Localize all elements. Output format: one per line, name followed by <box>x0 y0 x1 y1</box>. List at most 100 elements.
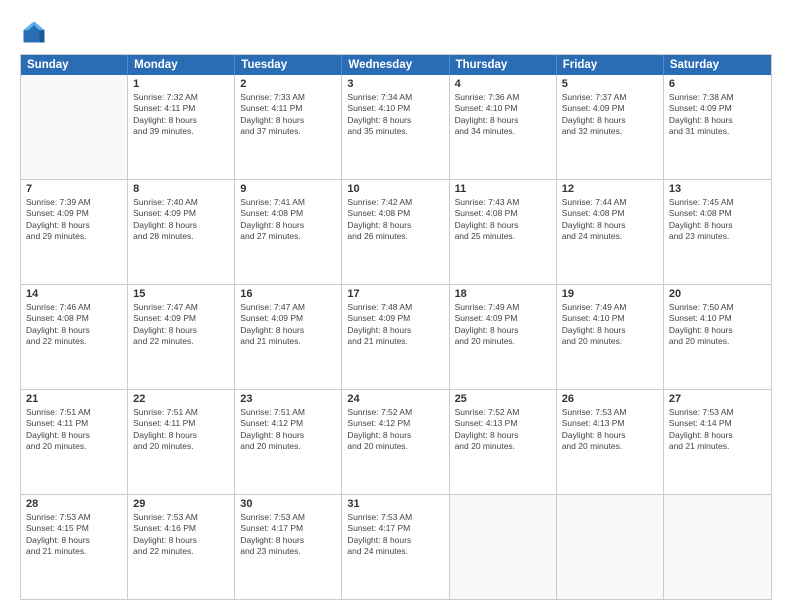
cell-info-line: Sunset: 4:12 PM <box>347 418 443 429</box>
header-day-tuesday: Tuesday <box>235 55 342 75</box>
cell-info-line: and 20 minutes. <box>455 336 551 347</box>
cell-info-line: and 24 minutes. <box>347 546 443 557</box>
calendar-header-row: SundayMondayTuesdayWednesdayThursdayFrid… <box>21 55 771 75</box>
cell-info-line: Sunrise: 7:38 AM <box>669 92 766 103</box>
calendar-day-31: 31Sunrise: 7:53 AMSunset: 4:17 PMDayligh… <box>342 495 449 599</box>
calendar-day-13: 13Sunrise: 7:45 AMSunset: 4:08 PMDayligh… <box>664 180 771 284</box>
day-number: 3 <box>347 78 443 90</box>
calendar-day-16: 16Sunrise: 7:47 AMSunset: 4:09 PMDayligh… <box>235 285 342 389</box>
day-number: 18 <box>455 288 551 300</box>
day-number: 27 <box>669 393 766 405</box>
day-number: 31 <box>347 498 443 510</box>
day-number: 20 <box>669 288 766 300</box>
cell-info-line: Daylight: 8 hours <box>240 220 336 231</box>
cell-info-line: Sunset: 4:10 PM <box>455 103 551 114</box>
calendar-day-8: 8Sunrise: 7:40 AMSunset: 4:09 PMDaylight… <box>128 180 235 284</box>
day-number: 2 <box>240 78 336 90</box>
calendar-day-14: 14Sunrise: 7:46 AMSunset: 4:08 PMDayligh… <box>21 285 128 389</box>
cell-info-line: Sunset: 4:09 PM <box>133 208 229 219</box>
cell-info-line: Sunset: 4:10 PM <box>347 103 443 114</box>
day-number: 13 <box>669 183 766 195</box>
cell-info-line: Sunset: 4:09 PM <box>240 313 336 324</box>
cell-info-line: and 21 minutes. <box>26 546 122 557</box>
cell-info-line: Sunset: 4:11 PM <box>133 103 229 114</box>
cell-info-line: Sunset: 4:08 PM <box>26 313 122 324</box>
cell-info-line: Sunset: 4:09 PM <box>347 313 443 324</box>
cell-info-line: Daylight: 8 hours <box>347 325 443 336</box>
cell-info-line: Sunrise: 7:39 AM <box>26 197 122 208</box>
cell-info-line: Daylight: 8 hours <box>347 115 443 126</box>
cell-info-line: Sunset: 4:15 PM <box>26 523 122 534</box>
day-number: 1 <box>133 78 229 90</box>
cell-info-line: Daylight: 8 hours <box>26 220 122 231</box>
cell-info-line: and 20 minutes. <box>562 336 658 347</box>
cell-info-line: and 22 minutes. <box>133 546 229 557</box>
cell-info-line: Sunset: 4:10 PM <box>669 313 766 324</box>
calendar-week-2: 7Sunrise: 7:39 AMSunset: 4:09 PMDaylight… <box>21 180 771 285</box>
cell-info-line: and 31 minutes. <box>669 126 766 137</box>
cell-info-line: Daylight: 8 hours <box>669 115 766 126</box>
cell-info-line: Sunset: 4:17 PM <box>347 523 443 534</box>
cell-info-line: Sunrise: 7:51 AM <box>133 407 229 418</box>
cell-info-line: Daylight: 8 hours <box>26 535 122 546</box>
calendar-day-19: 19Sunrise: 7:49 AMSunset: 4:10 PMDayligh… <box>557 285 664 389</box>
calendar-day-17: 17Sunrise: 7:48 AMSunset: 4:09 PMDayligh… <box>342 285 449 389</box>
header-day-monday: Monday <box>128 55 235 75</box>
calendar-day-6: 6Sunrise: 7:38 AMSunset: 4:09 PMDaylight… <box>664 75 771 179</box>
cell-info-line: Sunset: 4:16 PM <box>133 523 229 534</box>
calendar-day-26: 26Sunrise: 7:53 AMSunset: 4:13 PMDayligh… <box>557 390 664 494</box>
calendar-week-4: 21Sunrise: 7:51 AMSunset: 4:11 PMDayligh… <box>21 390 771 495</box>
day-number: 12 <box>562 183 658 195</box>
day-number: 30 <box>240 498 336 510</box>
cell-info-line: Sunset: 4:09 PM <box>562 103 658 114</box>
cell-info-line: Daylight: 8 hours <box>562 325 658 336</box>
cell-info-line: and 34 minutes. <box>455 126 551 137</box>
cell-info-line: Daylight: 8 hours <box>669 430 766 441</box>
logo-icon <box>20 18 48 46</box>
day-number: 6 <box>669 78 766 90</box>
day-number: 9 <box>240 183 336 195</box>
empty-cell <box>21 75 128 179</box>
cell-info-line: and 20 minutes. <box>347 441 443 452</box>
cell-info-line: Daylight: 8 hours <box>455 115 551 126</box>
calendar-week-5: 28Sunrise: 7:53 AMSunset: 4:15 PMDayligh… <box>21 495 771 599</box>
cell-info-line: Daylight: 8 hours <box>455 430 551 441</box>
calendar-day-22: 22Sunrise: 7:51 AMSunset: 4:11 PMDayligh… <box>128 390 235 494</box>
calendar-day-30: 30Sunrise: 7:53 AMSunset: 4:17 PMDayligh… <box>235 495 342 599</box>
cell-info-line: Sunrise: 7:36 AM <box>455 92 551 103</box>
calendar-day-12: 12Sunrise: 7:44 AMSunset: 4:08 PMDayligh… <box>557 180 664 284</box>
cell-info-line: Daylight: 8 hours <box>26 430 122 441</box>
cell-info-line: and 39 minutes. <box>133 126 229 137</box>
cell-info-line: and 25 minutes. <box>455 231 551 242</box>
cell-info-line: Sunset: 4:11 PM <box>133 418 229 429</box>
cell-info-line: Daylight: 8 hours <box>133 115 229 126</box>
cell-info-line: and 20 minutes. <box>240 441 336 452</box>
day-number: 8 <box>133 183 229 195</box>
day-number: 15 <box>133 288 229 300</box>
logo <box>20 18 52 46</box>
cell-info-line: Daylight: 8 hours <box>240 430 336 441</box>
day-number: 23 <box>240 393 336 405</box>
cell-info-line: Sunset: 4:08 PM <box>240 208 336 219</box>
cell-info-line: and 20 minutes. <box>669 336 766 347</box>
cell-info-line: Sunrise: 7:52 AM <box>455 407 551 418</box>
cell-info-line: Sunset: 4:11 PM <box>26 418 122 429</box>
cell-info-line: Sunrise: 7:45 AM <box>669 197 766 208</box>
cell-info-line: Sunrise: 7:48 AM <box>347 302 443 313</box>
calendar-day-20: 20Sunrise: 7:50 AMSunset: 4:10 PMDayligh… <box>664 285 771 389</box>
cell-info-line: Daylight: 8 hours <box>347 220 443 231</box>
day-number: 11 <box>455 183 551 195</box>
cell-info-line: Sunset: 4:17 PM <box>240 523 336 534</box>
cell-info-line: Sunrise: 7:37 AM <box>562 92 658 103</box>
page: SundayMondayTuesdayWednesdayThursdayFrid… <box>0 0 792 612</box>
day-number: 19 <box>562 288 658 300</box>
cell-info-line: and 21 minutes. <box>240 336 336 347</box>
cell-info-line: and 24 minutes. <box>562 231 658 242</box>
calendar-day-1: 1Sunrise: 7:32 AMSunset: 4:11 PMDaylight… <box>128 75 235 179</box>
calendar: SundayMondayTuesdayWednesdayThursdayFrid… <box>20 54 772 600</box>
calendar-day-18: 18Sunrise: 7:49 AMSunset: 4:09 PMDayligh… <box>450 285 557 389</box>
calendar-day-10: 10Sunrise: 7:42 AMSunset: 4:08 PMDayligh… <box>342 180 449 284</box>
cell-info-line: Daylight: 8 hours <box>133 430 229 441</box>
calendar-day-5: 5Sunrise: 7:37 AMSunset: 4:09 PMDaylight… <box>557 75 664 179</box>
cell-info-line: and 22 minutes. <box>133 336 229 347</box>
